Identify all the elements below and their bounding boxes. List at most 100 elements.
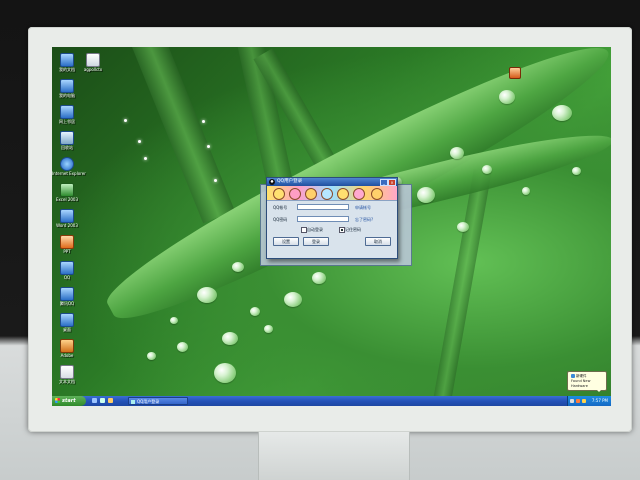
desktop-icon-qq-penguin[interactable]: 腾讯QQ <box>52 287 82 306</box>
cartoon-face-icon <box>321 188 333 200</box>
quicklaunch-desktop-icon[interactable] <box>100 398 105 403</box>
system-tray: 7:57 PM <box>567 396 611 406</box>
login-button[interactable]: 登录 <box>303 237 329 246</box>
dialog-buttons: 设置 登录 取消 <box>267 236 397 246</box>
desktop-icon-desktop[interactable]: 桌面 <box>52 313 82 332</box>
hardware-icon <box>571 374 575 378</box>
water-drop <box>197 287 217 303</box>
desktop-icon-powerpoint[interactable]: PPT <box>52 235 82 254</box>
quicklaunch-media-icon[interactable] <box>108 398 113 403</box>
light-sparkle <box>124 119 127 122</box>
account-label: QQ帐号 <box>273 205 288 210</box>
water-drop <box>264 325 273 333</box>
water-drop <box>522 187 530 195</box>
dialog-titlebar[interactable]: QQ用户登录 _ × <box>267 178 397 186</box>
volume-icon[interactable] <box>570 399 574 403</box>
close-icon[interactable]: × <box>388 179 396 186</box>
water-drop <box>250 307 260 316</box>
excel-icon <box>60 183 74 197</box>
water-drop <box>177 342 188 352</box>
forgot-password-link[interactable]: 忘了密码? <box>355 217 373 223</box>
documents-icon <box>60 53 74 67</box>
tray-notification-balloon[interactable]: 新硬件 Found New Hardware <box>567 371 607 392</box>
recycle-bin-icon <box>60 131 74 145</box>
desktop-icon-ie[interactable]: Internet Explorer <box>52 157 86 176</box>
password-input[interactable] <box>297 216 349 222</box>
taskbar: start QQ用户登录 7:57 PM <box>52 396 611 406</box>
network-tray-icon[interactable] <box>576 399 580 403</box>
desktop-icon-recycle-bin[interactable]: 回收站 <box>52 131 82 150</box>
desktop-icon-label: Internet Explorer <box>52 171 86 176</box>
cartoon-face-icon <box>273 188 285 200</box>
hardware-tray-icon[interactable] <box>582 399 586 403</box>
qq-banner <box>267 186 397 201</box>
water-drop <box>572 167 581 175</box>
settings-button[interactable]: 设置 <box>273 237 299 246</box>
password-label: QQ密码 <box>273 217 288 222</box>
desktop-icon-text-file[interactable]: 文本文档 <box>52 365 82 384</box>
desktop-icon-label: 网上邻居 <box>59 119 75 124</box>
text-file-icon <box>60 365 74 379</box>
desktop-icon-network[interactable]: 网上邻居 <box>52 105 82 124</box>
water-drop <box>482 165 492 174</box>
account-row: QQ帐号 申请帐号 <box>267 203 397 213</box>
light-sparkle <box>138 140 141 143</box>
qq-login-dialog: QQ用户登录 _ × QQ帐号 申请帐号 QQ密码 忘了密码? 自动登录 记住密… <box>266 177 398 259</box>
auto-login-label: 自动登录 <box>307 227 323 232</box>
light-sparkle <box>202 120 205 123</box>
start-button[interactable]: start <box>52 396 86 406</box>
desktop-icon <box>60 313 74 327</box>
cartoon-face-icon <box>289 188 301 200</box>
desktop-icon-label: Adobe <box>60 353 74 358</box>
desktop-icon-label: 回收站 <box>61 145 73 150</box>
desktop-icon-qq[interactable]: QQ <box>52 261 82 280</box>
desktop-icon-computer[interactable]: 我的电脑 <box>52 79 82 98</box>
cancel-button[interactable]: 取消 <box>365 237 391 246</box>
taskbar-item-label: QQ用户登录 <box>137 399 160 404</box>
water-drop <box>499 90 515 104</box>
desktop-icon-label: 桌面 <box>63 327 71 332</box>
water-drop <box>222 332 238 345</box>
start-label: start <box>62 398 76 404</box>
water-drop <box>147 352 156 360</box>
balloon-text: Found New Hardware <box>571 379 591 388</box>
desktop-screen: 我的文档 agpollctx 我的电脑 网上邻居 回收站 Internet Ex… <box>52 47 611 406</box>
water-drop <box>312 272 326 284</box>
desktop-icon-label: 我的电脑 <box>59 93 75 98</box>
desktop-icon-adobe[interactable]: Adobe <box>52 339 82 358</box>
account-input[interactable] <box>297 204 349 210</box>
quicklaunch-ie-icon[interactable] <box>92 398 97 403</box>
ie-icon <box>60 157 74 171</box>
cartoon-face-icon <box>305 188 317 200</box>
water-drop <box>552 105 572 121</box>
monitor-stand <box>258 432 410 480</box>
dialog-title: QQ用户登录 <box>277 179 303 184</box>
water-drop <box>214 363 236 383</box>
qq-icon <box>60 261 74 275</box>
clock: 7:57 PM <box>591 398 608 403</box>
desktop-icon-label: Word 2003 <box>56 223 78 228</box>
file-icon <box>86 53 100 67</box>
desktop-icon-label: 腾讯QQ <box>59 301 75 306</box>
cartoon-face-icon <box>371 188 383 200</box>
adobe-icon <box>60 339 74 353</box>
water-drop <box>450 147 464 159</box>
cartoon-face-icon <box>353 188 365 200</box>
light-sparkle <box>144 157 147 160</box>
grass-blade <box>432 169 492 406</box>
water-drop <box>457 222 469 232</box>
desktop-icon-file[interactable]: agpollctx <box>78 53 108 72</box>
desktop-app-icon[interactable] <box>509 67 521 79</box>
light-sparkle <box>214 179 217 182</box>
login-options: 自动登录 记住密码 <box>267 225 397 234</box>
taskbar-item-qq-login[interactable]: QQ用户登录 <box>128 397 188 405</box>
powerpoint-icon <box>60 235 74 249</box>
water-drop <box>170 317 178 324</box>
desktop-icon-label: QQ <box>63 275 71 280</box>
register-link[interactable]: 申请帐号 <box>355 205 371 211</box>
light-sparkle <box>207 145 210 148</box>
desktop-icon-label: PPT <box>63 249 71 254</box>
desktop-icon-excel[interactable]: Excel 2003 <box>52 183 82 202</box>
desktop-icon-word[interactable]: Word 2003 <box>52 209 82 228</box>
minimize-icon[interactable]: _ <box>380 179 388 186</box>
